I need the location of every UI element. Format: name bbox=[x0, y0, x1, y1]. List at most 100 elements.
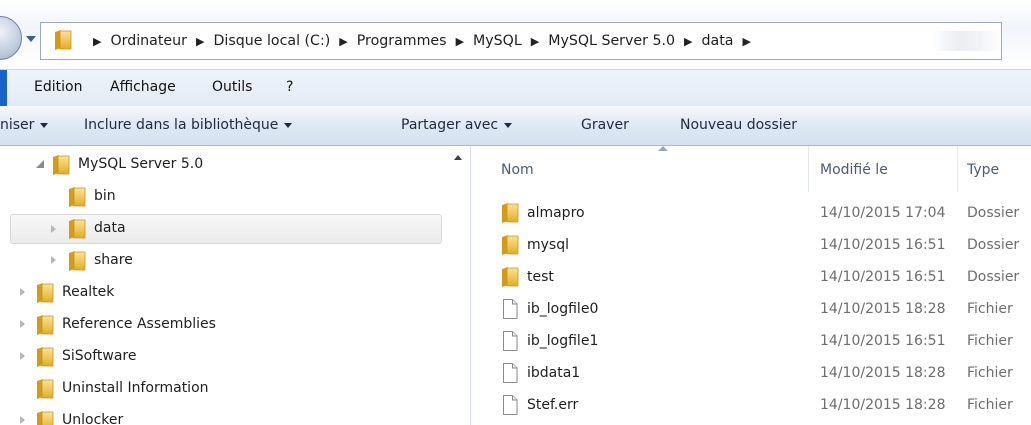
menu-edition[interactable]: Edition bbox=[34, 79, 82, 95]
folder-icon bbox=[52, 154, 70, 176]
column-header-name[interactable]: Nom bbox=[501, 162, 534, 178]
file-row[interactable]: ib_logfile1 14/10/2015 16:51 Fichier bbox=[471, 326, 1031, 358]
file-row[interactable]: almapro 14/10/2015 17:04 Dossier bbox=[471, 198, 1031, 230]
file-icon bbox=[501, 330, 519, 352]
menu-help[interactable]: ? bbox=[286, 79, 293, 95]
chevron-right-icon[interactable]: ▶ bbox=[93, 35, 101, 48]
menu-outils[interactable]: Outils bbox=[212, 79, 252, 95]
chevron-down-icon bbox=[40, 122, 49, 128]
breadcrumb-data[interactable]: data bbox=[702, 33, 734, 49]
file-name: mysql bbox=[527, 237, 569, 253]
breadcrumb-programmes[interactable]: Programmes bbox=[357, 33, 447, 49]
chevron-right-icon[interactable]: ▶ bbox=[531, 35, 539, 48]
chevron-down-icon bbox=[504, 122, 513, 128]
chevron-right-icon[interactable]: ▶ bbox=[339, 35, 347, 48]
tree-item-unlocker[interactable]: Unlocker bbox=[0, 406, 452, 425]
tree-item-reference-assemblies[interactable]: Reference Assemblies bbox=[0, 310, 452, 340]
menu-affichage[interactable]: Affichage bbox=[110, 79, 176, 95]
sort-ascending-icon bbox=[658, 146, 668, 151]
forward-button[interactable] bbox=[0, 16, 22, 60]
tree-item-share[interactable]: share bbox=[0, 246, 452, 276]
history-dropdown-icon[interactable] bbox=[26, 36, 36, 42]
file-name: ibdata1 bbox=[527, 365, 581, 381]
breadcrumb-mysql-server[interactable]: MySQL Server 5.0 bbox=[548, 33, 675, 49]
column-header-row: Nom Modifié le Type bbox=[471, 146, 1031, 192]
tree-item-mysql-server[interactable]: MySQL Server 5.0 bbox=[0, 150, 452, 180]
tree-item-label: share bbox=[94, 252, 133, 268]
share-with-label: Partager avec bbox=[401, 117, 499, 133]
folder-icon bbox=[36, 378, 54, 400]
expand-arrow-icon[interactable] bbox=[51, 225, 56, 233]
tree-item-uninstall-information[interactable]: Uninstall Information bbox=[0, 374, 452, 404]
window-edge bbox=[0, 70, 7, 106]
folder-icon bbox=[36, 410, 54, 425]
file-name: almapro bbox=[527, 205, 585, 221]
chevron-right-icon[interactable]: ▶ bbox=[196, 35, 204, 48]
vertical-scrollbar[interactable] bbox=[448, 146, 470, 425]
share-with-button[interactable]: Partager avec bbox=[401, 117, 513, 133]
organize-button[interactable]: niser bbox=[0, 117, 49, 133]
folder-icon bbox=[68, 186, 86, 208]
breadcrumb-disque-local[interactable]: Disque local (C:) bbox=[213, 33, 330, 49]
tree-item-sisoftware[interactable]: SiSoftware bbox=[0, 342, 452, 372]
expand-arrow-icon[interactable] bbox=[36, 160, 44, 168]
explorer-window: ▶ Ordinateur ▶ Disque local (C:) ▶ Progr… bbox=[0, 0, 1031, 425]
folder-icon bbox=[68, 218, 86, 240]
file-name: ib_logfile1 bbox=[527, 333, 599, 349]
column-header-modified[interactable]: Modifié le bbox=[820, 162, 888, 178]
file-list: Nom Modifié le Type almapro 14/10/2015 1… bbox=[471, 146, 1031, 425]
file-row[interactable]: Stef.err 14/10/2015 18:28 Fichier bbox=[471, 390, 1031, 422]
file-name: ib_logfile0 bbox=[527, 301, 599, 317]
expand-arrow-icon[interactable] bbox=[51, 256, 56, 264]
file-type: Dossier bbox=[967, 269, 1020, 285]
file-name: test bbox=[527, 269, 554, 285]
file-icon bbox=[501, 298, 519, 320]
folder-icon bbox=[36, 282, 54, 304]
folder-icon bbox=[54, 28, 72, 52]
address-field[interactable]: ▶ Ordinateur ▶ Disque local (C:) ▶ Progr… bbox=[40, 22, 1002, 60]
expand-arrow-icon[interactable] bbox=[20, 352, 25, 360]
folder-icon bbox=[501, 202, 519, 224]
chevron-right-icon[interactable]: ▶ bbox=[742, 35, 750, 48]
include-library-button[interactable]: Inclure dans la bibliothèque bbox=[84, 117, 293, 133]
organize-label: niser bbox=[0, 117, 35, 133]
folder-icon bbox=[36, 314, 54, 336]
tree-item-realtek[interactable]: Realtek bbox=[0, 278, 452, 308]
menu-bar: Edition Affichage Outils ? bbox=[0, 69, 1031, 107]
expand-arrow-icon[interactable] bbox=[20, 320, 25, 328]
file-modified: 14/10/2015 17:04 bbox=[820, 205, 946, 221]
expand-arrow-icon[interactable] bbox=[20, 416, 25, 424]
tree-item-label: Reference Assemblies bbox=[62, 316, 216, 332]
file-row[interactable]: ib_logfile0 14/10/2015 18:28 Fichier bbox=[471, 294, 1031, 326]
new-folder-button[interactable]: Nouveau dossier bbox=[680, 117, 797, 133]
burn-button[interactable]: Graver bbox=[581, 117, 629, 133]
folder-icon bbox=[68, 250, 86, 272]
file-row[interactable]: test 14/10/2015 16:51 Dossier bbox=[471, 262, 1031, 294]
file-modified: 14/10/2015 18:28 bbox=[820, 365, 946, 381]
tree-item-label: Uninstall Information bbox=[62, 380, 209, 396]
file-icon bbox=[501, 394, 519, 416]
chevron-down-icon bbox=[284, 122, 293, 128]
file-type: Dossier bbox=[967, 205, 1020, 221]
command-bar: niser Inclure dans la bibliothèque Parta… bbox=[0, 106, 1031, 146]
file-modified: 14/10/2015 16:51 bbox=[820, 269, 946, 285]
expand-arrow-icon[interactable] bbox=[20, 288, 25, 296]
file-name: Stef.err bbox=[527, 397, 579, 413]
scroll-up-arrow-icon[interactable] bbox=[454, 155, 462, 160]
address-bar: ▶ Ordinateur ▶ Disque local (C:) ▶ Progr… bbox=[0, 0, 1031, 69]
tree-item-bin[interactable]: bin bbox=[0, 182, 452, 212]
file-modified: 14/10/2015 16:51 bbox=[820, 237, 946, 253]
column-header-type[interactable]: Type bbox=[967, 162, 999, 178]
tree-item-label: data bbox=[94, 220, 126, 236]
breadcrumb-ordinateur[interactable]: Ordinateur bbox=[110, 33, 187, 49]
chevron-right-icon[interactable]: ▶ bbox=[684, 35, 692, 48]
chevron-right-icon[interactable]: ▶ bbox=[456, 35, 464, 48]
file-icon bbox=[501, 362, 519, 384]
column-divider[interactable] bbox=[957, 146, 958, 192]
file-modified: 14/10/2015 18:28 bbox=[820, 397, 946, 413]
file-row[interactable]: ibdata1 14/10/2015 18:28 Fichier bbox=[471, 358, 1031, 390]
column-divider[interactable] bbox=[808, 146, 809, 192]
tree-item-data[interactable]: data bbox=[10, 214, 442, 244]
file-row[interactable]: mysql 14/10/2015 16:51 Dossier bbox=[471, 230, 1031, 262]
breadcrumb-mysql[interactable]: MySQL bbox=[473, 33, 522, 49]
